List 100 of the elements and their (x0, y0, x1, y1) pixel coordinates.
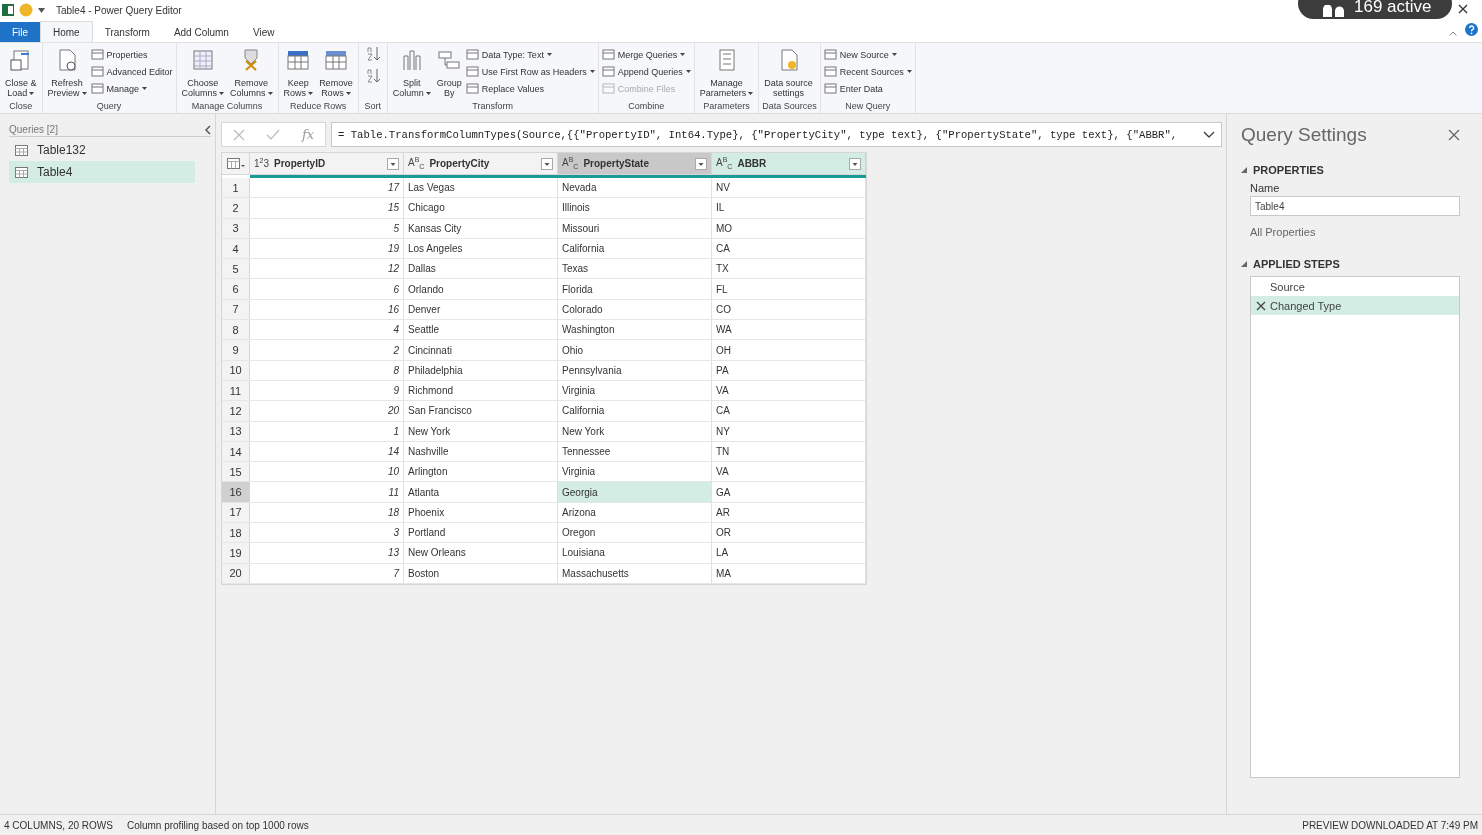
table-cell[interactable]: NY (712, 421, 866, 441)
table-cell[interactable]: Pennsylvania (558, 360, 712, 380)
ribbon-button[interactable]: Choose Columns (179, 46, 227, 100)
table-cell[interactable]: Dallas (404, 259, 558, 279)
table-cell[interactable]: Tennessee (558, 441, 712, 462)
table-cell[interactable]: California (558, 238, 712, 259)
table-cell[interactable]: CO (712, 299, 866, 320)
ribbon-button[interactable]: New Source (823, 48, 912, 61)
filter-dropdown-icon[interactable] (541, 157, 553, 170)
steps-list[interactable]: Source Changed Type (1250, 276, 1460, 778)
table-cell[interactable]: Oregon (558, 523, 712, 543)
applied-step[interactable]: Changed Type (1251, 296, 1459, 315)
table-cell[interactable]: New York (404, 421, 558, 441)
table-cell[interactable]: NV (712, 178, 866, 198)
applied-step[interactable]: Source (1251, 277, 1459, 296)
table-cell[interactable]: Nashville (404, 441, 558, 462)
ribbon-button[interactable]: Keep Rows (281, 46, 316, 100)
table-cell[interactable]: 12 (250, 259, 404, 279)
table-cell[interactable]: Denver (404, 299, 558, 320)
table-cell[interactable]: IL (712, 198, 866, 218)
table-cell[interactable]: 16 (250, 299, 404, 320)
table-cell[interactable]: Texas (558, 259, 712, 279)
table-cell[interactable]: Illinois (558, 198, 712, 218)
table-cell[interactable]: New York (558, 421, 712, 441)
row-number[interactable]: 6 (222, 279, 250, 299)
table-cell[interactable]: 4 (250, 320, 404, 340)
collapse-triangle-icon[interactable] (1241, 167, 1247, 173)
ribbon-button[interactable]: Data source settings (762, 46, 815, 100)
table-cell[interactable]: Ohio (558, 340, 712, 360)
row-number[interactable]: 13 (222, 421, 250, 441)
caret-icon[interactable] (38, 7, 45, 13)
ribbon-button[interactable]: Manage (90, 82, 173, 95)
ribbon-button[interactable]: Data Type: Text (465, 48, 595, 61)
table-cell[interactable]: 11 (250, 482, 404, 502)
table-cell[interactable]: TX (712, 259, 866, 279)
row-number[interactable]: 12 (222, 401, 250, 421)
column-header[interactable]: A$^{B}$$_{C}$ PropertyState (558, 153, 712, 174)
row-number[interactable]: 16 (222, 482, 250, 502)
ribbon-button[interactable]: Merge Queries (601, 48, 691, 61)
table-cell[interactable]: Cincinnati (404, 340, 558, 360)
table-cell[interactable]: California (558, 401, 712, 421)
name-field[interactable]: Table4 (1250, 196, 1460, 216)
table-cell[interactable]: Virginia (558, 462, 712, 482)
table-cell[interactable]: 5 (250, 218, 404, 238)
table-cell[interactable]: 7 (250, 563, 404, 583)
table-cell[interactable]: 9 (250, 380, 404, 401)
ribbon-button[interactable]: Append Queries (601, 65, 691, 78)
filter-dropdown-icon[interactable] (849, 157, 861, 170)
table-cell[interactable]: Virginia (558, 380, 712, 401)
row-number[interactable]: 3 (222, 218, 250, 238)
row-number[interactable]: 4 (222, 238, 250, 259)
row-number[interactable]: 8 (222, 320, 250, 340)
row-number[interactable]: 17 (222, 502, 250, 523)
table-cell[interactable]: Las Vegas (404, 178, 558, 198)
table-cell[interactable]: Richmond (404, 380, 558, 401)
ribbon-tab[interactable]: Home (40, 21, 93, 42)
table-cell[interactable]: Boston (404, 563, 558, 583)
ribbon-button[interactable]: Properties (90, 48, 173, 61)
row-number[interactable]: 15 (222, 462, 250, 482)
row-number[interactable]: 18 (222, 523, 250, 543)
row-number[interactable]: 14 (222, 441, 250, 462)
column-header[interactable]: A$^{B}$$_{C}$ ABBR (712, 153, 866, 174)
ribbon-button[interactable]: Replace Values (465, 82, 595, 95)
table-cell[interactable]: Arizona (558, 502, 712, 523)
row-number[interactable]: 10 (222, 360, 250, 380)
table-cell[interactable]: Chicago (404, 198, 558, 218)
formula-field[interactable]: = Table.TransformColumnTypes(Source,{{"PropertyID", Int64.Type}, {"PropertyCity", type text}, {"PropertyState", type text}, {"ABBR", (331, 122, 1222, 147)
table-cell[interactable]: WA (712, 320, 866, 340)
all-properties-link[interactable]: All Properties (1250, 226, 1460, 238)
collapse-ribbon-icon[interactable] (1449, 31, 1457, 36)
table-cell[interactable]: Arlington (404, 462, 558, 482)
table-cell[interactable]: Florida (558, 279, 712, 299)
ribbon-tab[interactable]: Add Column (161, 22, 241, 42)
table-cell[interactable]: Seattle (404, 320, 558, 340)
table-cell[interactable]: 13 (250, 543, 404, 563)
sort-ascending-icon[interactable] (365, 46, 380, 62)
table-cell[interactable]: CA (712, 401, 866, 421)
excel-icon[interactable] (2, 4, 14, 16)
table-cell[interactable]: MA (712, 563, 866, 583)
table-cell[interactable]: 18 (250, 502, 404, 523)
delete-icon[interactable] (1256, 300, 1266, 311)
table-cell[interactable]: Georgia (558, 482, 712, 502)
table-cell[interactable]: 1 (250, 421, 404, 441)
column-header[interactable]: 1$^{2}$3 PropertyID (250, 153, 404, 174)
ribbon-button[interactable]: Use First Row as Headers (465, 65, 595, 78)
table-cell[interactable]: MO (712, 218, 866, 238)
ribbon-button[interactable]: Close & Load (3, 46, 39, 100)
row-number[interactable]: 7 (222, 299, 250, 320)
table-cell[interactable]: 3 (250, 523, 404, 543)
query-item[interactable]: Table4 (9, 161, 195, 183)
ribbon-button[interactable]: Remove Columns (228, 46, 275, 100)
table-cell[interactable]: AR (712, 502, 866, 523)
close-icon[interactable] (1458, 4, 1468, 14)
table-cell[interactable]: 6 (250, 279, 404, 299)
sort-descending-icon[interactable] (365, 68, 380, 84)
row-number[interactable]: 19 (222, 543, 250, 563)
filter-dropdown-icon[interactable] (387, 157, 399, 170)
table-cell[interactable]: 17 (250, 178, 404, 198)
table-cell[interactable]: 20 (250, 401, 404, 421)
collapse-icon[interactable] (205, 124, 211, 135)
